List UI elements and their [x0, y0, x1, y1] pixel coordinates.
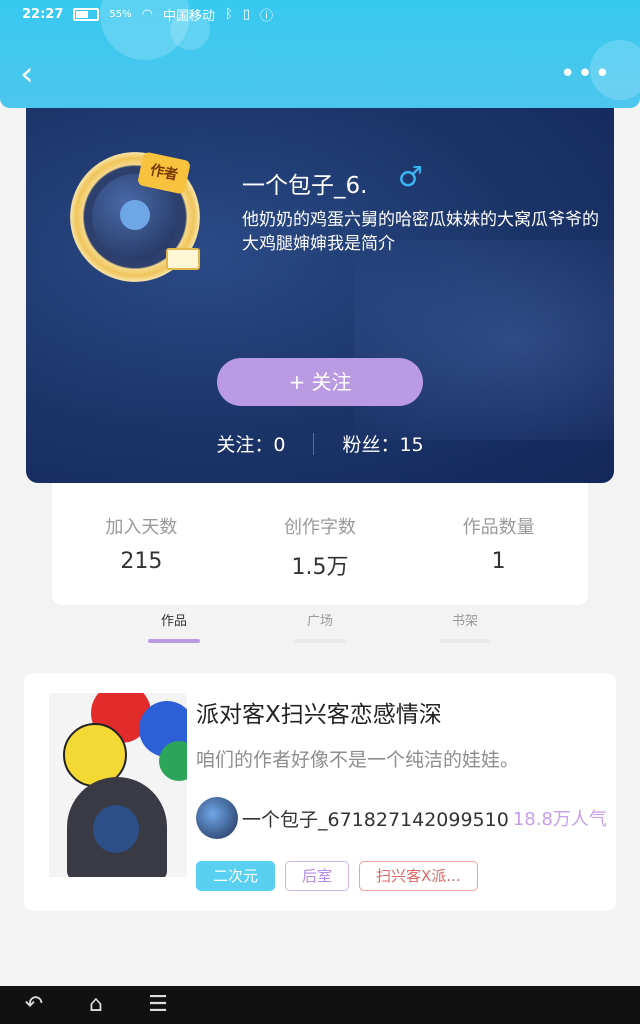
- tab-indicator: [148, 639, 200, 643]
- stat-works-count: 作品数量 1: [409, 483, 588, 605]
- work-card[interactable]: 派对客X扫兴客恋感情深 咱们的作者好像不是一个纯洁的娃娃。 一个包子_67182…: [24, 673, 616, 911]
- avatar[interactable]: 作者: [70, 151, 200, 282]
- stat-join-days: 加入天数 215: [52, 483, 231, 605]
- wifi-icon: ◠: [141, 6, 153, 22]
- stat-label: 创作字数: [284, 517, 356, 538]
- male-icon: ♂: [398, 160, 424, 193]
- battery-icon: [73, 7, 100, 21]
- profile-bio: 他奶奶的鸡蛋六舅的哈密瓜妹妹的大窝瓜爷爷的大鸡腿婶婶我是简介: [242, 210, 599, 254]
- nav-recents-icon[interactable]: ☰: [130, 990, 186, 1020]
- more-dots-icon: •••: [559, 59, 612, 89]
- work-author-row: 一个包子_671827142099510 18.8万人气: [196, 797, 607, 839]
- back-button[interactable]: ‹: [20, 56, 50, 92]
- status-bar: 22:27 55% ◠ 中国移动 ᛒ ▯ ⓘ: [0, 0, 640, 28]
- chevron-left-icon: ‹: [20, 54, 34, 94]
- status-time: 22:27: [22, 6, 64, 22]
- work-description: 咱们的作者好像不是一个纯洁的娃娃。: [196, 749, 520, 771]
- tab-plaza[interactable]: 广场: [280, 610, 360, 643]
- bluetooth-icon: ᛒ: [224, 6, 233, 22]
- banner-glow: [354, 240, 614, 440]
- work-tags: 二次元 后室 扫兴客X派...: [196, 861, 478, 891]
- followers-count[interactable]: 粉丝：15: [342, 430, 423, 457]
- more-menu-button[interactable]: •••: [560, 60, 612, 88]
- profile-banner: 作者 一个包子_6. ♂ 他奶奶的鸡蛋六舅的哈密瓜妹妹的大窝瓜爷爷的大鸡腿婶婶我…: [26, 100, 614, 483]
- tab-indicator: [294, 639, 346, 643]
- stat-label: 加入天数: [105, 517, 178, 538]
- tab-label: 广场: [306, 614, 333, 629]
- divider: [313, 432, 315, 455]
- carrier-label: 中国移动: [162, 8, 215, 24]
- popularity-count: 18.8万人气: [512, 809, 607, 830]
- figure-face: [93, 805, 139, 853]
- book-icon: [166, 248, 200, 270]
- tag-chip[interactable]: 二次元: [196, 861, 276, 891]
- author-avatar: [196, 797, 238, 839]
- author-name: 一个包子_671827142099510: [242, 808, 509, 831]
- follow-counts: 关注：0 粉丝：15: [26, 430, 614, 457]
- content-tabs: 作品 广场 书架: [0, 606, 640, 648]
- stat-label: 作品数量: [462, 517, 535, 538]
- nav-back-icon[interactable]: ↶: [6, 990, 62, 1020]
- tab-bookshelf[interactable]: 书架: [425, 610, 505, 643]
- stats-card: 加入天数 215 创作字数 1.5万 作品数量 1: [52, 483, 588, 605]
- vibrate-icon: ▯: [242, 6, 250, 22]
- nav-home-icon[interactable]: ⌂: [68, 990, 124, 1020]
- work-title: 派对客X扫兴客恋感情深: [196, 702, 442, 728]
- top-bar: 22:27 55% ◠ 中国移动 ᛒ ▯ ⓘ ‹ •••: [0, 0, 640, 108]
- stat-value: 215: [120, 549, 163, 574]
- stat-word-count: 创作字数 1.5万: [231, 483, 410, 605]
- username: 一个包子_6.: [242, 173, 368, 199]
- tab-label: 作品: [160, 614, 187, 629]
- balloon-green: [159, 741, 187, 781]
- info-icon: ⓘ: [259, 8, 273, 24]
- tab-label: 书架: [451, 614, 478, 629]
- tag-chip[interactable]: 后室: [285, 861, 350, 891]
- system-nav-bar: ↶ ⌂ ☰: [0, 986, 640, 1024]
- follow-button[interactable]: + 关注: [217, 358, 423, 406]
- tab-works[interactable]: 作品: [134, 610, 214, 643]
- tag-chip[interactable]: 扫兴客X派...: [359, 861, 478, 891]
- following-count[interactable]: 关注：0: [216, 430, 285, 457]
- tab-indicator: [439, 639, 491, 643]
- battery-percent: 55%: [109, 8, 132, 20]
- avatar-face: [120, 200, 150, 230]
- work-cover-image: [49, 693, 187, 877]
- stat-value: 1: [491, 549, 506, 574]
- stat-value: 1.5万: [291, 555, 349, 580]
